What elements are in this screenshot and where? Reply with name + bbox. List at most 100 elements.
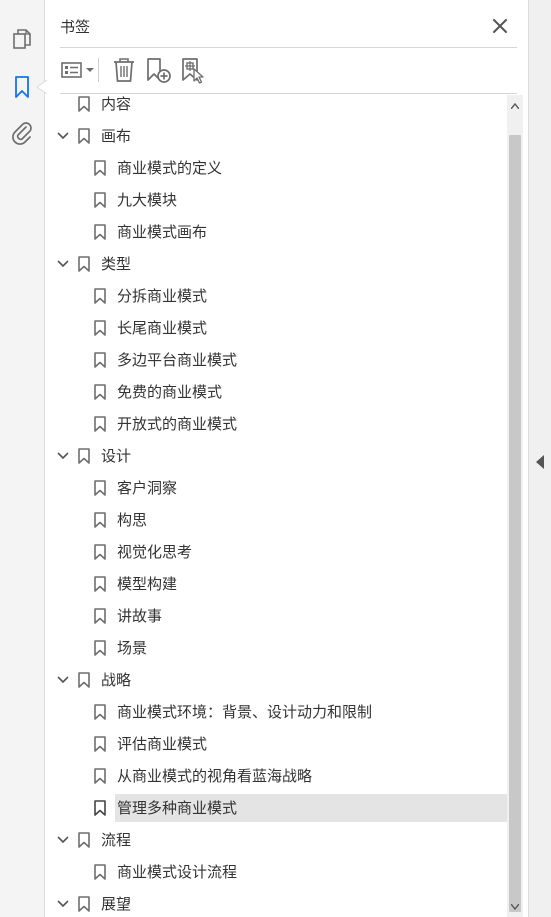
bookmark-icon [94,320,106,336]
options-menu-button[interactable] [60,56,96,84]
bookmark-label: 展望 [101,895,132,913]
left-navigation-rail [0,0,45,917]
scroll-up-arrow-icon[interactable] [511,103,519,109]
bookmark-item[interactable]: 免费的商业模式 [45,378,507,406]
bookmark-item[interactable]: 多边平台商业模式 [45,346,507,374]
panel-title: 书签 [60,18,91,36]
chevron-down-icon[interactable] [57,675,69,685]
new-bookmark-button[interactable] [145,56,173,84]
bookmark-icon [94,512,106,528]
bookmark-icon [78,96,90,112]
bookmark-label: 长尾商业模式 [117,319,208,337]
bookmark-label: 类型 [101,255,132,273]
vertical-scrollbar[interactable] [507,95,523,917]
bookmark-label: 九大模块 [117,191,178,209]
bookmark-icon [94,864,106,880]
bookmark-label: 场景 [117,639,148,657]
bookmark-item[interactable]: 评估商业模式 [45,730,507,758]
bookmark-icon [94,576,106,592]
bookmark-icon [78,256,90,272]
bookmark-label: 商业模式环境：背景、设计动力和限制 [117,703,373,721]
bookmark-icon [94,160,106,176]
new-bookmark-from-structure-button[interactable] [180,56,208,84]
bookmark-item-parent[interactable]: 流程 [45,826,507,854]
bookmark-item[interactable]: 从商业模式的视角看蓝海战略 [45,762,507,790]
close-icon[interactable] [491,17,509,35]
bookmark-label: 免费的商业模式 [117,383,223,401]
bookmark-icon [78,128,90,144]
bookmark-item[interactable]: 视觉化思考 [45,538,507,566]
chevron-down-icon[interactable] [57,899,69,909]
bookmark-item[interactable]: 开放式的商业模式 [45,410,507,438]
scrollbar-thumb[interactable] [509,135,521,912]
panel-collapse-strip[interactable] [528,0,551,917]
bookmark-label: 多边平台商业模式 [117,351,238,369]
bookmark-label: 管理多种商业模式 [117,799,238,817]
bookmark-icon [94,640,106,656]
bookmark-icon [94,384,106,400]
scroll-down-arrow-icon[interactable] [511,904,519,910]
bookmark-item[interactable]: 商业模式画布 [45,218,507,246]
bookmark-icon [94,224,106,240]
bookmark-icon [94,288,106,304]
bookmark-item[interactable]: 管理多种商业模式 [45,794,507,822]
bookmark-label: 战略 [101,671,132,689]
bookmark-label: 客户洞察 [117,479,178,497]
bookmark-item-parent[interactable]: 类型 [45,250,507,278]
bookmark-label: 讲故事 [117,607,163,625]
toolbar-divider [60,93,517,94]
bookmark-icon [78,672,90,688]
header-divider [60,47,517,48]
toolbar-separator [98,56,100,84]
bookmark-item[interactable]: 模型构建 [45,570,507,598]
bookmark-label: 模型构建 [117,575,178,593]
bookmark-tree: 内容画布商业模式的定义九大模块商业模式画布类型分拆商业模式长尾商业模式多边平台商… [45,95,507,917]
bookmark-label: 设计 [101,447,132,465]
pages-icon[interactable] [9,27,35,53]
bookmark-icon [94,704,106,720]
bookmark-label: 商业模式画布 [117,223,208,241]
paperclip-icon[interactable] [9,119,35,145]
chevron-down-icon[interactable] [57,131,69,141]
bookmark-icon [78,448,90,464]
chevron-down-icon[interactable] [57,451,69,461]
bookmark-icon [94,416,106,432]
delete-icon [114,58,134,82]
bookmark-icon [94,800,106,816]
bookmark-item[interactable]: 客户洞察 [45,474,507,502]
bookmark-item-parent[interactable]: 战略 [45,666,507,694]
bookmark-item-parent[interactable]: 设计 [45,442,507,470]
bookmark-icon [94,544,106,560]
bookmark-label: 视觉化思考 [117,543,193,561]
bookmark-icon [94,768,106,784]
bookmark-label: 流程 [101,831,132,849]
bookmark-label: 商业模式设计流程 [117,863,238,881]
bookmark-label: 构思 [117,511,148,529]
bookmark-item[interactable]: 场景 [45,634,507,662]
bookmark-item[interactable]: 商业模式设计流程 [45,858,507,886]
active-tab-pointer [36,80,48,94]
bookmark-item-parent[interactable]: 内容 [45,95,507,118]
bookmark-label: 评估商业模式 [117,735,208,753]
bookmark-item[interactable]: 分拆商业模式 [45,282,507,310]
bookmark-icon [94,736,106,752]
bookmark-label: 内容 [101,95,132,113]
bookmark-icon [78,832,90,848]
bookmark-label: 画布 [101,127,132,145]
bookmark-item[interactable]: 讲故事 [45,602,507,630]
bookmark-item[interactable]: 商业模式的定义 [45,154,507,182]
bookmark-icon[interactable] [9,74,35,100]
options-menu-icon [61,62,94,78]
bookmark-item[interactable]: 长尾商业模式 [45,314,507,342]
bookmark-item[interactable]: 九大模块 [45,186,507,214]
bookmark-item[interactable]: 商业模式环境：背景、设计动力和限制 [45,698,507,726]
bookmark-item[interactable]: 构思 [45,506,507,534]
bookmark-icon [94,608,106,624]
chevron-down-icon[interactable] [57,835,69,845]
bookmark-label: 从商业模式的视角看蓝海战略 [117,767,313,785]
bookmark-item-parent[interactable]: 展望 [45,890,507,917]
delete-button[interactable] [111,56,137,84]
bookmark-item-parent[interactable]: 画布 [45,122,507,150]
collapse-arrow-icon[interactable] [536,455,544,469]
chevron-down-icon[interactable] [57,259,69,269]
